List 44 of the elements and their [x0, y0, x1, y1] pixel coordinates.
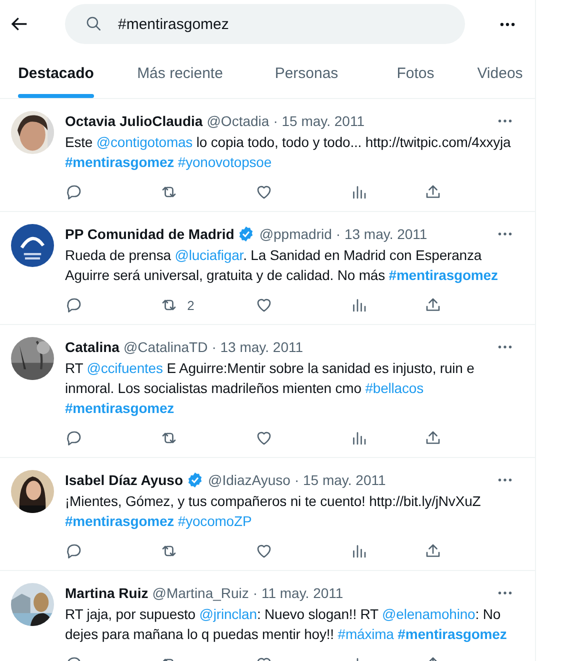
tweet-text: Este @contigotomas lo copia todo, todo y todo... http://twitpic.com/4xxyja #mentirasgomez #yonovotopsoe [65, 133, 512, 172]
heart-icon[interactable] [255, 542, 274, 560]
tab[interactable]: Personas [274, 48, 338, 98]
tweet-date[interactable]: · 15 may. 2011 [273, 111, 364, 131]
author-handle[interactable]: @ppmadrid [259, 224, 332, 244]
reply-icon[interactable] [65, 183, 83, 201]
author-name[interactable]: PP Comunidad de Madrid [65, 224, 234, 244]
author-name[interactable]: Catalina [65, 337, 120, 357]
author-handle[interactable]: @Martina_Ruiz [152, 583, 249, 603]
heart-icon[interactable] [255, 296, 274, 314]
tweet-text: RT @ccifuentes E Aguirre:Mentir sobre la sanidad es injusto, ruin e inmoral. Los socialistas madrileños mienten cmo #bellacos #mentirasgomez [65, 359, 476, 418]
tweet-date[interactable]: · 13 may. 2011 [212, 337, 304, 357]
share-icon[interactable] [424, 183, 442, 201]
heart-icon[interactable] [255, 429, 274, 447]
reply-icon[interactable] [65, 542, 83, 560]
tweet-text: Rueda de prensa @luciafigar. La Sanidad en Madrid con Esperanza Aguirre será universal, gratuita y de calidad. No más #mentirasgomez [65, 246, 499, 285]
share-icon[interactable] [424, 542, 442, 560]
reply-icon[interactable] [65, 296, 83, 314]
tab[interactable]: Videos [477, 48, 523, 98]
reply-icon[interactable] [65, 429, 83, 447]
tweet-date[interactable]: · 11 may. 2011 [252, 583, 344, 603]
tweet-text: RT jaja, por supuesto @jrinclan: Nuevo slogan!! RT @elenamohino: No dejes para mañana lo q puedas mentir hoy!! #máxima #mentirasgomez [65, 605, 508, 644]
bar-chart-icon[interactable] [350, 296, 368, 314]
author-handle[interactable]: @Octadia [206, 111, 270, 131]
share-icon[interactable] [424, 429, 442, 447]
heart-icon[interactable] [255, 183, 274, 201]
search-icon [85, 15, 102, 32]
tweet-text: ¡Mientes, Gómez, y tus compañeros ni te cuento! http://bit.ly/jNvXuZ #mentirasgomez #yocomoZP [65, 492, 482, 531]
author-handle[interactable]: @IdiazAyuso [208, 470, 290, 490]
share-icon[interactable] [424, 296, 442, 314]
bar-chart-icon[interactable] [350, 183, 368, 201]
tab[interactable]: Destacado [18, 48, 94, 98]
author-handle[interactable]: @CatalinaTD [123, 337, 208, 357]
tweet-date[interactable]: · 15 may. 2011 [294, 470, 386, 490]
search-field[interactable]: #mentirasgomez [65, 4, 465, 44]
author-name[interactable]: Isabel Díaz Ayuso [65, 470, 184, 490]
tab[interactable]: Fotos [396, 48, 434, 98]
tweet-date[interactable]: · 13 may. 2011 [336, 224, 428, 244]
bar-chart-icon[interactable] [350, 429, 368, 447]
tab[interactable]: Más reciente [137, 48, 223, 98]
repost-count: 2 [187, 298, 194, 312]
bar-chart-icon[interactable] [350, 542, 368, 560]
author-name[interactable]: Octavia JulioClaudia [65, 111, 203, 131]
author-name[interactable]: Martina Ruiz [65, 583, 148, 603]
